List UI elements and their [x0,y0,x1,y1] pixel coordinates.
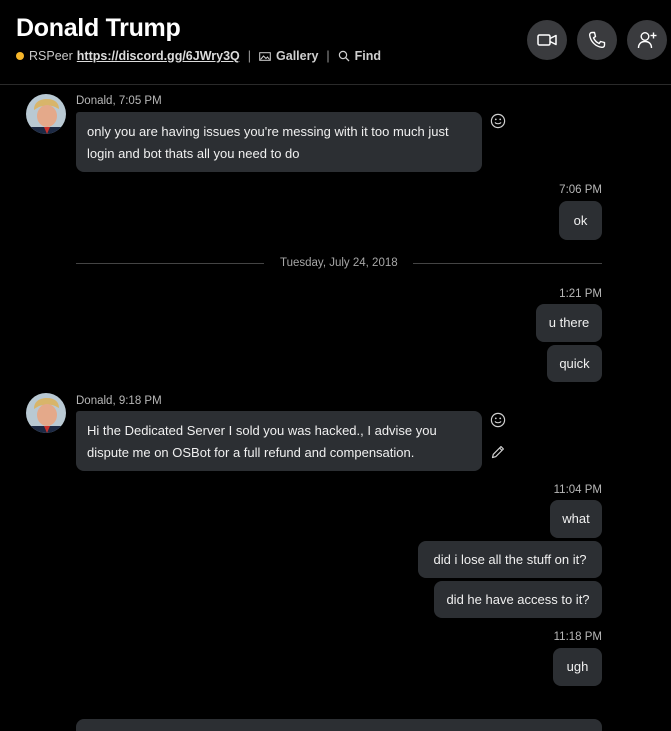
message-time: 11:18 PM [553,631,602,643]
outgoing-message[interactable]: did he have access to it? [434,581,602,618]
divider-line [76,263,264,264]
separator: | [326,49,330,63]
divider-line [413,263,602,264]
react-button[interactable] [488,111,508,131]
outgoing-message[interactable]: did i lose all the stuff on it? [418,541,602,578]
message-meta: Donald, 9:18 PM [76,395,162,407]
message-text: did i lose all the stuff on it? [433,551,587,567]
incoming-message[interactable]: Hi the Dedicated Server I sold you was h… [76,411,482,471]
message-line: login and bot thats all you need to do [87,146,300,161]
search-icon [338,50,350,62]
pencil-icon [491,446,504,459]
separator: | [247,49,252,63]
message-line: Hi the Dedicated Server I sold you was h… [87,423,437,438]
phone-icon [588,31,606,49]
date-divider: Tuesday, July 24, 2018 [280,257,398,269]
message-text: ok [573,212,588,228]
outgoing-message[interactable]: quick [547,345,602,382]
video-call-button[interactable] [527,20,567,60]
header-subrow: RSPeer https://discord.gg/6JWry3Q | Gall… [16,49,381,63]
audio-call-button[interactable] [577,20,617,60]
avatar[interactable] [26,94,66,134]
add-participant-button[interactable] [627,20,667,60]
gallery-icon [259,51,271,61]
find-button[interactable]: Find [338,49,381,63]
incoming-message[interactable]: only you are having issues you're messin… [76,112,482,172]
smiley-icon [490,412,506,428]
status-indicator [16,52,24,60]
edit-button[interactable] [488,442,508,462]
message-line: only you are having issues you're messin… [87,124,449,139]
gallery-label: Gallery [276,49,319,63]
partial-message[interactable] [76,719,602,731]
outgoing-message[interactable]: what [550,500,602,538]
server-name: RSPeer [29,49,73,63]
message-time: 11:04 PM [553,484,602,496]
avatar[interactable] [26,393,66,433]
message-text: ugh [566,659,589,674]
smiley-icon [490,113,506,129]
outgoing-message[interactable]: ok [559,201,602,240]
message-meta: Donald, 7:05 PM [76,95,162,107]
chat-header: Donald Trump RSPeer https://discord.gg/6… [0,0,671,85]
message-time: 1:21 PM [559,288,602,300]
message-time: 7:06 PM [559,184,602,196]
avatar-image [26,94,66,134]
outgoing-message[interactable]: ugh [553,648,602,686]
message-text: did he have access to it? [446,591,590,607]
message-line: dispute me on OSBot for a full refund an… [87,445,415,460]
message-text: u there [548,315,590,330]
contact-name[interactable]: Donald Trump [16,14,181,43]
message-text: quick [559,355,590,371]
video-camera-icon [537,34,557,46]
server-link[interactable]: https://discord.gg/6JWry3Q [77,49,240,63]
react-button[interactable] [488,410,508,430]
message-text: what [562,511,590,526]
add-person-icon [637,32,657,49]
avatar-image [26,393,66,433]
gallery-button[interactable]: Gallery [259,49,318,63]
find-label: Find [354,49,382,63]
outgoing-message[interactable]: u there [536,304,602,342]
